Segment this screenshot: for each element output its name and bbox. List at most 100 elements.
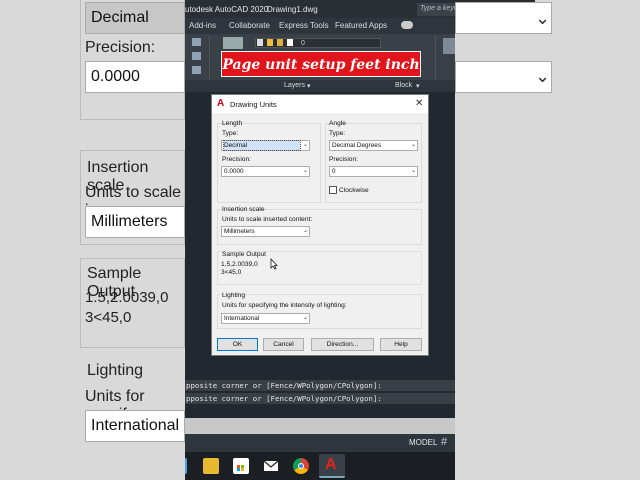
bg-precision-combo: 0.0000 — [85, 61, 185, 93]
toggle-icon[interactable] — [401, 21, 413, 29]
length-group-label: Length — [222, 120, 243, 127]
file-explorer-icon[interactable] — [203, 458, 219, 474]
angle-precision-value: 0 — [332, 168, 336, 175]
menu-featured-apps[interactable]: Featured Apps — [335, 21, 387, 30]
mouse-cursor-icon — [270, 258, 278, 270]
lock-icon — [277, 39, 283, 46]
command-input[interactable] — [185, 418, 455, 434]
length-precision-value: 0.0000 — [224, 168, 244, 175]
grid-icon[interactable]: # — [441, 436, 447, 448]
chevron-down-icon: ⌄ — [302, 168, 308, 174]
insertion-units-value: Millimeters — [224, 228, 255, 235]
autocad-icon[interactable]: A — [319, 454, 345, 478]
bg-international-combo: International — [85, 410, 185, 442]
chevron-down-icon: ⌄ — [410, 168, 416, 174]
layer-color-icon — [287, 39, 293, 46]
length-type-label: Type: — [222, 130, 239, 137]
length-type-select[interactable]: Decimal ⌄ — [221, 140, 310, 151]
zoomed-background-right: ⌄ ⌄ — [455, 0, 640, 480]
menu-bar: Add-ins Collaborate Express Tools Featur… — [185, 18, 455, 34]
ribbon-separator — [209, 36, 210, 84]
bg-right-combo-3 — [455, 206, 515, 238]
lighting-units-select[interactable]: International ⌄ — [221, 313, 310, 324]
title-bar: utodesk AutoCAD 2020 Drawing1.dwg Type a… — [185, 0, 455, 18]
status-bar: MODEL # — [185, 434, 455, 452]
store-icon[interactable] — [233, 458, 249, 474]
zoomed-background-left: Decimal Precision: 0.0000 Insertion scal… — [0, 0, 185, 480]
menu-add-ins[interactable]: Add-ins — [189, 21, 216, 30]
angle-type-label: Type: — [329, 130, 346, 137]
app-title: utodesk AutoCAD 2020 — [185, 5, 269, 14]
layer-value: 0 — [301, 40, 305, 47]
chevron-down-icon: ⌄ — [302, 315, 308, 321]
insertion-units-select[interactable]: Millimeters ⌄ — [221, 226, 310, 237]
ribbon-label-layers[interactable]: Layers — [284, 82, 305, 89]
ribbon-labels: Layers ▾ Block ▾ — [185, 80, 455, 92]
angle-type-value: Decimal Degrees — [332, 142, 382, 149]
menu-collaborate[interactable]: Collaborate — [229, 21, 270, 30]
file-name: Drawing1.dwg — [267, 5, 318, 14]
sample-output-line1: 1.5,2.0039,0 — [221, 261, 258, 268]
bg-lighting-label: Lighting — [87, 362, 144, 379]
length-precision-select[interactable]: 0.0000 ⌄ — [221, 166, 310, 177]
bg-decimal-text: Decimal — [91, 9, 149, 26]
chevron-down-icon: ⌄ — [535, 66, 551, 86]
drawing-units-dialog: A Drawing Units ✕ Length Type: Decimal ⌄… — [211, 94, 429, 356]
chrome-icon[interactable] — [293, 458, 309, 474]
ribbon-label-block[interactable]: Block — [395, 82, 412, 89]
grid-icon[interactable] — [192, 52, 201, 60]
chevron-down-icon: ▾ — [307, 83, 311, 90]
layer-dropdown[interactable]: 0 — [255, 38, 381, 48]
angle-precision-select[interactable]: 0 ⌄ — [329, 166, 418, 177]
angle-group-label: Angle — [329, 120, 346, 127]
page-unit-banner: Page unit setup feet inch — [221, 51, 421, 77]
bg-millimeters-text: Millimeters — [91, 213, 168, 230]
length-precision-label: Precision: — [222, 156, 251, 163]
bg-decimal-combo: Decimal — [85, 2, 185, 34]
angle-type-select[interactable]: Decimal Degrees ⌄ — [329, 140, 418, 151]
grid-icon[interactable] — [192, 38, 201, 46]
model-space-button[interactable]: MODEL — [409, 438, 437, 447]
dialog-title: Drawing Units — [230, 100, 277, 109]
lighting-label: Lighting — [222, 292, 246, 299]
clockwise-checkbox[interactable] — [329, 186, 337, 194]
bg-millimeters-combo: Millimeters — [85, 206, 185, 238]
chevron-down-icon: ⌄ — [410, 142, 416, 148]
sample-output-line2: 3<45,0 — [221, 269, 242, 276]
dialog-title-bar: A Drawing Units ✕ — [212, 95, 428, 113]
clockwise-label[interactable]: Clockwise — [339, 187, 369, 194]
bg-precision-label: Precision: — [85, 39, 156, 56]
bg-precision-text: 0.0000 — [91, 68, 140, 85]
sample-output-label: Sample Output — [222, 251, 266, 258]
table-icon[interactable] — [192, 66, 201, 74]
taskbar: A — [185, 452, 455, 480]
ok-button[interactable]: OK — [217, 338, 258, 351]
direction-button[interactable]: Direction... — [311, 338, 374, 351]
bg-sample-line2: 3<45,0 — [85, 309, 132, 326]
layer-properties-icon[interactable] — [223, 37, 243, 49]
lightbulb-icon — [257, 39, 263, 46]
menu-express-tools[interactable]: Express Tools — [279, 21, 329, 30]
properties-icon[interactable] — [443, 38, 455, 54]
ribbon-separator — [435, 36, 436, 84]
chevron-down-icon: ⌄ — [302, 142, 308, 148]
angle-precision-label: Precision: — [329, 156, 358, 163]
cancel-button[interactable]: Cancel — [263, 338, 304, 351]
command-history-line: pposite corner or [Fence/WPolygon/CPolyg… — [185, 380, 455, 391]
chevron-down-icon: ▾ — [416, 83, 420, 90]
search-input[interactable]: Type a keyw — [417, 3, 455, 16]
bg-sample-line1: 1.5,2.0039,0 — [85, 289, 169, 306]
sun-icon — [267, 39, 273, 46]
chevron-down-icon: ⌄ — [302, 228, 308, 234]
autocad-logo-icon: A — [217, 98, 225, 109]
command-history-line: pposite corner or [Fence/WPolygon/CPolyg… — [185, 393, 455, 404]
bg-international-text: International — [91, 417, 180, 434]
help-button[interactable]: Help — [380, 338, 422, 351]
windows-icon[interactable] — [185, 458, 187, 474]
insertion-scale-desc: Units to scale inserted content: — [222, 216, 313, 223]
insertion-scale-label: Insertion scale — [222, 206, 265, 213]
length-type-value: Decimal — [223, 140, 301, 151]
close-icon[interactable]: ✕ — [415, 98, 423, 109]
chevron-down-icon: ⌄ — [535, 8, 551, 28]
mail-icon[interactable] — [263, 458, 279, 474]
